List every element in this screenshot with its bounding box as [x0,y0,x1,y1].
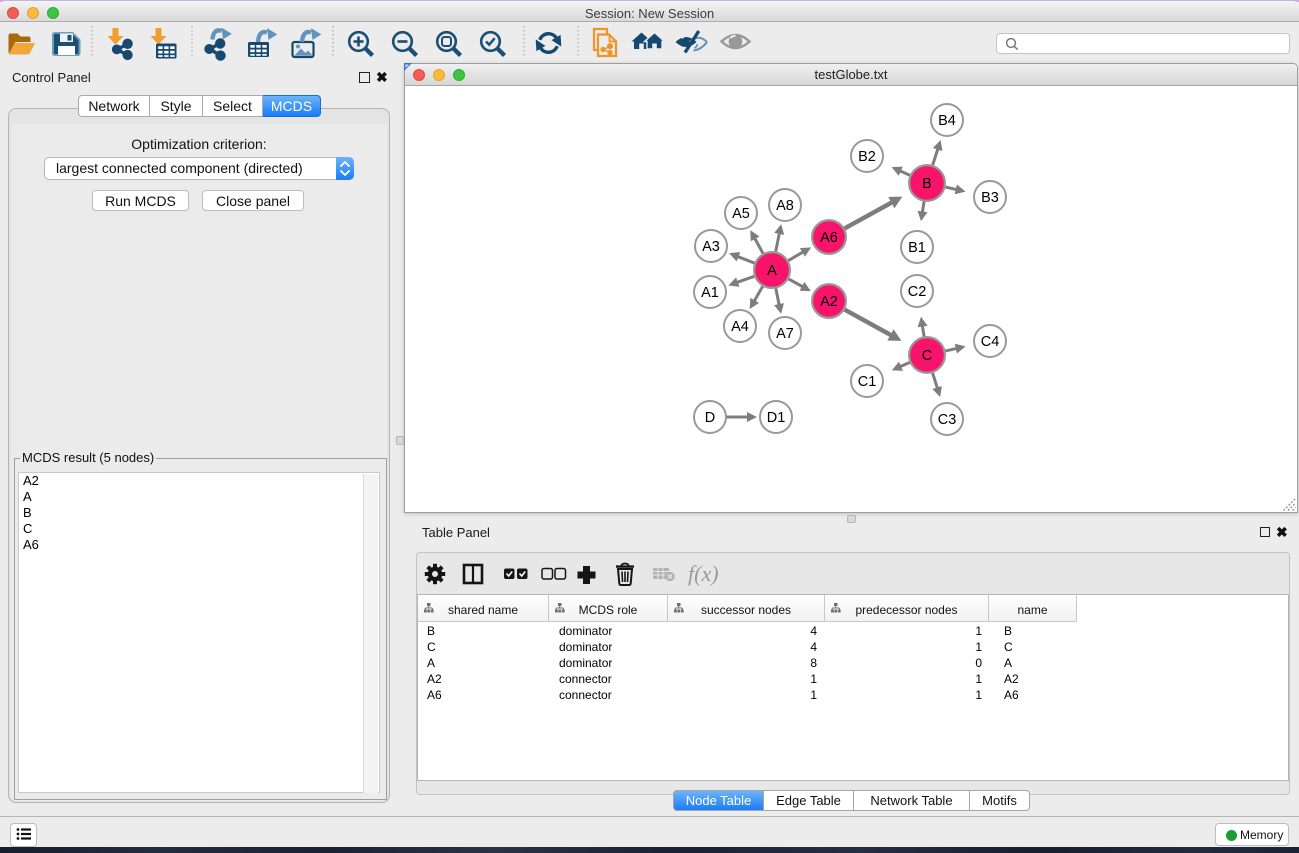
svg-text:A: A [767,263,777,279]
svg-text:A6: A6 [820,230,838,246]
svg-text:A3: A3 [702,239,720,255]
svg-text:A1: A1 [701,285,719,301]
svg-text:A7: A7 [776,326,794,342]
svg-text:D: D [705,410,715,426]
svg-text:A2: A2 [820,294,838,310]
svg-text:B3: B3 [981,190,999,206]
svg-text:A5: A5 [732,206,750,222]
svg-text:B2: B2 [858,149,876,165]
svg-text:A4: A4 [731,319,749,335]
svg-text:C2: C2 [908,284,927,300]
svg-text:B4: B4 [938,113,956,129]
svg-text:B: B [922,176,932,192]
svg-text:C4: C4 [981,334,1000,350]
svg-text:D1: D1 [767,410,786,426]
svg-text:B1: B1 [908,240,926,256]
svg-text:C: C [922,348,932,364]
svg-text:C1: C1 [858,374,877,390]
svg-text:C3: C3 [938,412,957,428]
svg-text:A8: A8 [776,198,794,214]
svg-text:f(x): f(x) [688,561,719,586]
